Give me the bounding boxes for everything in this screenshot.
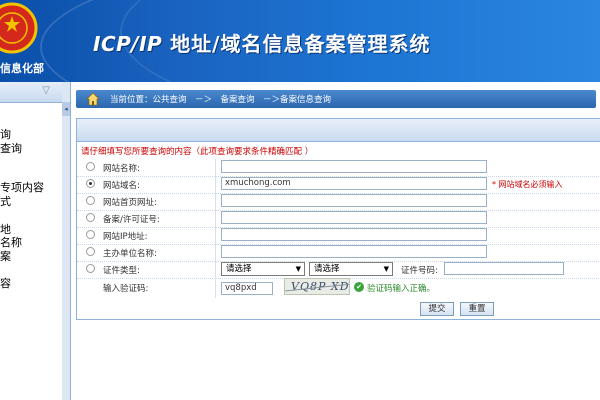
breadcrumb: 当前位置：公共查询 －＞ 备案查询 －＞备案信息查询	[76, 90, 596, 108]
sidebar-splitter[interactable]: ◂	[62, 82, 71, 400]
divider	[215, 261, 216, 278]
title-prefix: ICP/IP	[93, 32, 163, 56]
captcha-input[interactable]: vq8pxd	[221, 282, 273, 295]
dropdown-arrow-icon: ▼	[383, 265, 389, 273]
site-name-radio[interactable]	[86, 162, 95, 171]
national-emblem-icon	[0, 2, 38, 54]
field-row-ip: 网站IP地址:	[77, 227, 600, 245]
cert-radio[interactable]	[86, 264, 95, 273]
sidebar-header[interactable]: ▽	[0, 82, 62, 103]
submit-button[interactable]: 提交	[420, 302, 454, 316]
sidebar-item[interactable]: 查询	[0, 140, 22, 156]
divider	[215, 210, 216, 227]
field-row-cert: 证件类型: 请选择 ▼ 请选择 ▼ 证件号码:	[77, 261, 600, 279]
title-text: 地址/域名信息备案管理系统	[162, 32, 431, 56]
field-label: 网站名称:	[103, 164, 140, 174]
reset-button[interactable]: 重置	[460, 302, 494, 316]
license-input[interactable]	[221, 211, 487, 224]
breadcrumb-text: 当前位置：公共查询 －＞ 备案查询 －＞备案信息查询	[110, 95, 332, 105]
field-row-homepage: 网站首页网址:	[77, 193, 600, 211]
chevron-down-icon[interactable]: ▽	[42, 85, 50, 96]
field-row-captcha: 输入验证码: vq8pxd VQ8P XD ✔ 验证码输入正确。	[77, 278, 600, 298]
sponsor-input[interactable]	[221, 245, 487, 258]
sidebar-item[interactable]: 容	[0, 275, 11, 291]
field-row-domain: 网站域名: xmuchong.com * 网站域名必须输入	[77, 176, 600, 194]
department-name: 信息化部	[0, 62, 44, 75]
panel-header	[77, 119, 600, 142]
cert-number-input[interactable]	[444, 262, 564, 275]
sidebar-item[interactable]: 案	[0, 248, 11, 264]
field-label: 网站首页网址:	[103, 198, 157, 208]
page-title: ICP/IP 地址/域名信息备案管理系统	[93, 28, 430, 57]
ip-input[interactable]	[221, 228, 487, 241]
captcha-label: 输入验证码:	[103, 284, 149, 294]
field-row-license: 备案/许可证号:	[77, 210, 600, 228]
captcha-image[interactable]: VQ8P XD	[284, 278, 350, 295]
sidebar-item[interactable]: 式	[0, 193, 11, 209]
select-value: 请选择	[314, 264, 340, 274]
divider	[215, 193, 216, 210]
field-label: 网站IP地址:	[103, 232, 148, 242]
field-row-sponsor: 主办单位名称:	[77, 244, 600, 262]
divider	[215, 159, 216, 176]
cert-subtype-select[interactable]: 请选择 ▼	[309, 262, 393, 276]
cert-number-label: 证件号码:	[401, 266, 438, 276]
divider	[215, 244, 216, 261]
homepage-radio[interactable]	[86, 196, 95, 205]
collapse-arrow-icon[interactable]: ◂	[62, 102, 70, 116]
home-icon	[86, 92, 100, 106]
cert-type-select[interactable]: 请选择 ▼	[221, 262, 305, 276]
license-radio[interactable]	[86, 213, 95, 222]
domain-radio[interactable]	[86, 179, 95, 188]
domain-required-hint: * 网站域名必须输入	[492, 180, 563, 189]
sponsor-radio[interactable]	[86, 247, 95, 256]
ip-radio[interactable]	[86, 230, 95, 239]
query-panel: 请仔细填写您所要查询的内容（此项查询要求条件精确匹配 ） 网站名称: 网站域名:…	[76, 118, 600, 320]
query-notice: 请仔细填写您所要查询的内容（此项查询要求条件精确匹配 ）	[81, 147, 314, 157]
field-label: 备案/许可证号:	[103, 215, 160, 225]
select-value: 请选择	[226, 264, 252, 274]
captcha-status: 验证码输入正确。	[367, 284, 436, 294]
divider	[215, 176, 216, 193]
site-name-input[interactable]	[221, 160, 487, 173]
divider	[215, 279, 216, 298]
domain-input[interactable]: xmuchong.com	[221, 177, 487, 190]
header-banner: 信息化部 ICP/IP 地址/域名信息备案管理系统	[0, 0, 600, 82]
field-row-site-name: 网站名称:	[77, 159, 600, 177]
field-label: 网站域名:	[103, 181, 140, 191]
field-label: 证件类型:	[103, 266, 140, 276]
homepage-input[interactable]	[221, 194, 487, 207]
check-icon: ✔	[354, 282, 364, 292]
sidebar: ▽ 询 查询 专项内容 式 地 名称 案 容	[0, 82, 63, 400]
divider	[215, 227, 216, 244]
field-label: 主办单位名称:	[103, 249, 157, 259]
dropdown-arrow-icon: ▼	[295, 265, 301, 273]
